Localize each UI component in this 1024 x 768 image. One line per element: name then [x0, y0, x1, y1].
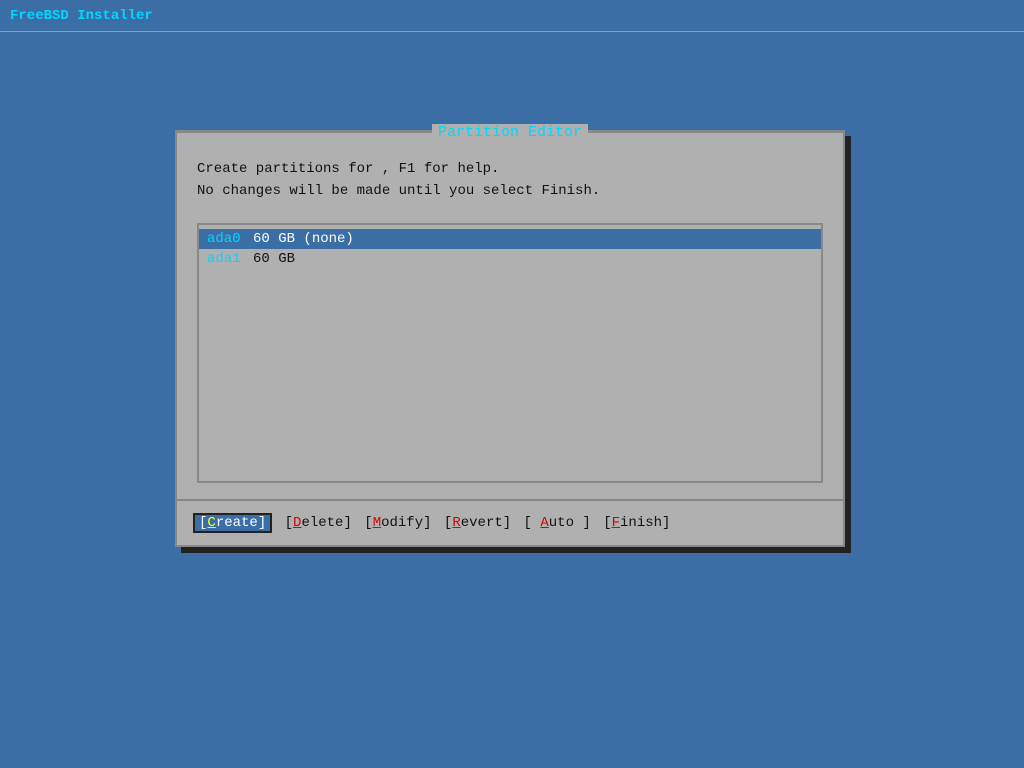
- partition-row-ada0[interactable]: ada0 60 GB (none): [199, 229, 821, 249]
- partition-name-ada1: ada1: [207, 251, 241, 267]
- top-bar: FreeBSD Installer: [0, 0, 1024, 32]
- button-bar: [Create] [Delete] [Modify] [Revert] [ Au…: [177, 499, 843, 545]
- revert-button[interactable]: [Revert]: [436, 515, 512, 531]
- dialog-description: Create partitions for , F1 for help. No …: [197, 158, 823, 203]
- dialog-body: Create partitions for , F1 for help. No …: [177, 142, 843, 499]
- create-button[interactable]: [Create]: [193, 513, 272, 533]
- partition-info-ada0: 60 GB (none): [245, 231, 354, 247]
- finish-button[interactable]: [Finish]: [595, 515, 671, 531]
- auto-button[interactable]: [ Auto ]: [515, 515, 591, 531]
- partition-info-ada1: 60 GB: [245, 251, 295, 267]
- dialog-title-bar: Partition Editor: [177, 122, 843, 142]
- partition-editor-dialog: Partition Editor Create partitions for ,…: [175, 130, 845, 547]
- delete-button[interactable]: [Delete]: [276, 515, 352, 531]
- description-line2: No changes will be made until you select…: [197, 180, 823, 202]
- partition-list[interactable]: ada0 60 GB (none) ada1 60 GB: [197, 223, 823, 483]
- partition-name-ada0: ada0: [207, 231, 241, 247]
- dialog-title: Partition Editor: [432, 124, 588, 141]
- modify-button[interactable]: [Modify]: [356, 515, 432, 531]
- description-line1: Create partitions for , F1 for help.: [197, 158, 823, 180]
- app-title: FreeBSD Installer: [10, 8, 153, 24]
- partition-row-ada1[interactable]: ada1 60 GB: [199, 249, 821, 269]
